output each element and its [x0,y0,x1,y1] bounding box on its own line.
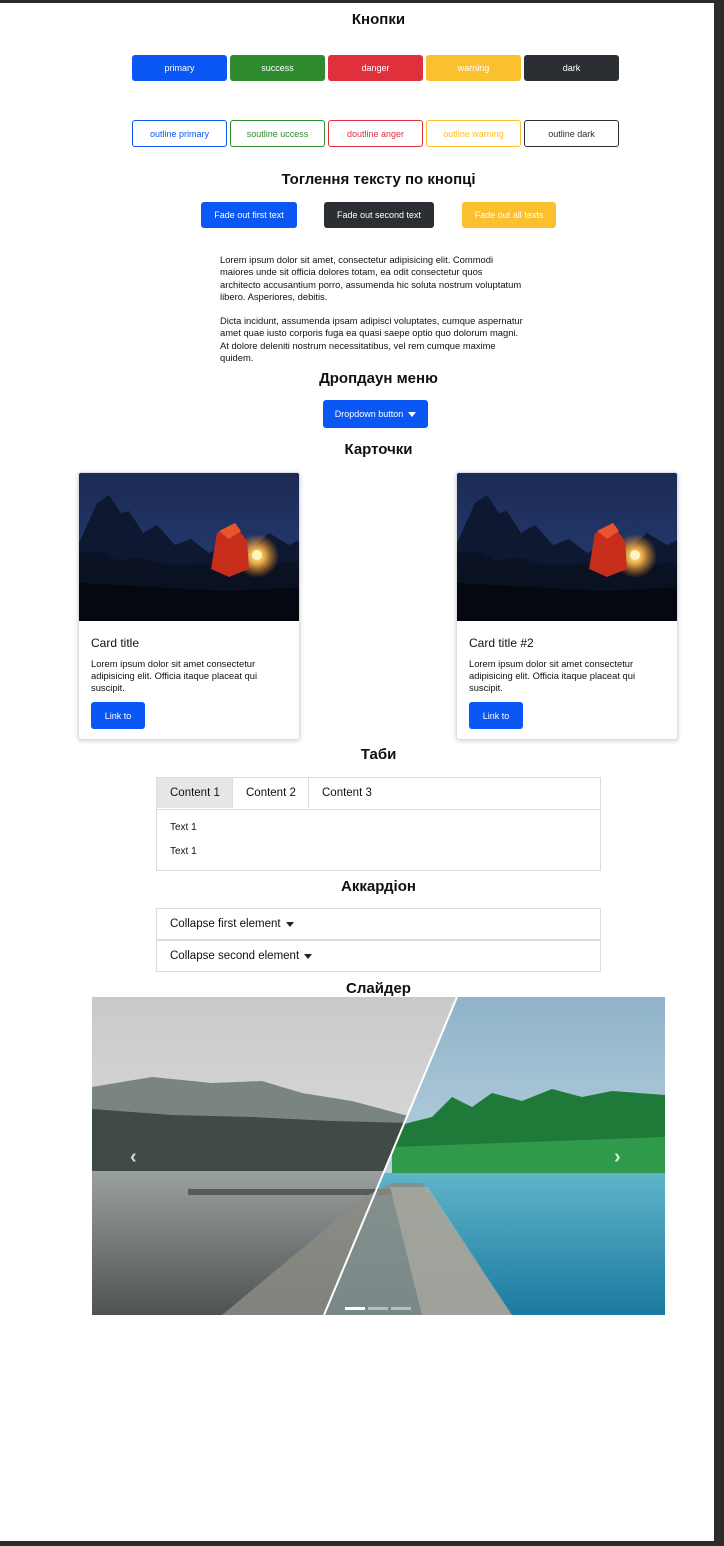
accordion-heading: Аккардіон [341,878,416,895]
accordion-item-first[interactable]: Collapse first element [156,908,601,940]
card-1: Card title Lorem ipsum dolor sit amet co… [78,472,300,740]
cards-heading: Карточки [344,441,413,458]
toggle-paragraph-second: Dicta incidunt, assumenda ipsam adipisci… [220,315,523,363]
buttons-heading: Кнопки [351,11,406,28]
warning-button[interactable]: warning [426,55,521,81]
fade-all-texts-button[interactable]: Fade out all texts [462,202,556,228]
fade-second-text-button[interactable]: Fade out second text [324,202,434,228]
caret-down-icon [408,411,417,417]
tabs-heading: Таби [360,746,397,763]
outline-warning-button[interactable]: outline warning [426,120,521,147]
card-link-button[interactable]: Link to [91,702,145,729]
outline-danger-button[interactable]: doutline anger [328,120,423,147]
chevron-left-icon[interactable]: ‹ [130,1146,137,1169]
image-slider: ‹ › [92,997,665,1315]
toggle-heading: Тоглення тексту по кнопці [281,171,476,188]
card-image-fisherman [79,473,299,621]
slider-heading: Слайдер [346,980,411,997]
card-2: Card title #2 Lorem ipsum dolor sit amet… [456,472,678,740]
tab-bar: Content 1 Content 2 Content 3 [157,778,600,810]
slider-indicator-active[interactable] [345,1307,365,1310]
card-text: Lorem ipsum dolor sit amet consectetur a… [91,658,258,693]
caret-down-icon [285,921,294,927]
dropdown-button[interactable]: Dropdown button [323,400,428,428]
tab-content-line: Text 1 [170,822,197,833]
caret-down-icon [304,953,313,959]
card-text: Lorem ipsum dolor sit amet consectetur a… [469,658,636,693]
toggle-paragraph-first: Lorem ipsum dolor sit amet, consectetur … [220,254,522,302]
page: Кнопки primary success danger warning da… [0,3,714,1541]
card-image-fisherman [457,473,677,621]
accordion-item-label: Collapse second element [170,950,300,962]
card-title: Card title [91,636,140,650]
primary-button[interactable]: primary [132,55,227,81]
tab-content-line: Text 1 [170,846,197,857]
accordion-item-label: Collapse first element [170,918,281,930]
fade-first-text-button[interactable]: Fade out first text [201,202,297,228]
outline-success-button[interactable]: soutline uccess [230,120,325,147]
tabs-panel: Content 1 Content 2 Content 3 Text 1 Tex… [156,777,601,871]
tab-content-3[interactable]: Content 3 [309,778,601,808]
outline-primary-button[interactable]: outline primary [132,120,227,147]
card-link-button[interactable]: Link to [469,702,523,729]
accordion-item-second[interactable]: Collapse second element [156,940,601,972]
slide-image-lake-pier [92,997,665,1315]
dropdown-heading: Дропдаун меню [319,370,438,387]
slider-indicator[interactable] [391,1307,411,1310]
tab-content-1[interactable]: Content 1 [157,778,233,808]
danger-button[interactable]: danger [328,55,423,81]
success-button[interactable]: success [230,55,325,81]
outline-dark-button[interactable]: outline dark [524,120,619,147]
dropdown-button-label: Dropdown button [334,409,404,419]
slider-indicator[interactable] [368,1307,388,1310]
card-title: Card title #2 [469,636,534,650]
tab-content-2[interactable]: Content 2 [233,778,309,808]
dark-button[interactable]: dark [524,55,619,81]
chevron-right-icon[interactable]: › [614,1146,621,1169]
